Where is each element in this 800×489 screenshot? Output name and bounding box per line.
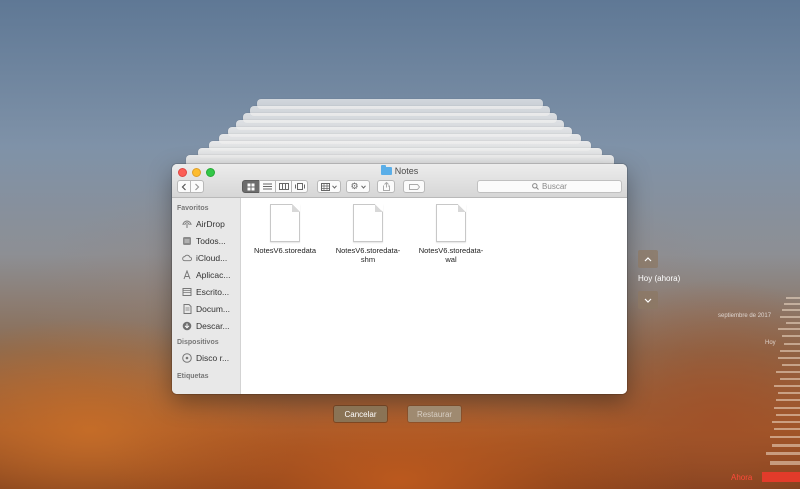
cloud-icon [182,253,192,263]
gear-icon: ⚙ [350,181,359,191]
window-title: Notes [172,165,627,176]
back-button[interactable] [177,180,191,193]
column-view-button[interactable] [275,180,292,193]
chevron-left-icon [181,183,186,190]
sidebar-item-label: Aplicac... [196,269,231,280]
search-placeholder: Buscar [542,182,567,191]
view-mode-buttons [242,180,308,193]
file-item[interactable]: NotesV6.storedata [248,204,322,255]
document-icon [182,303,192,314]
grid-icon [247,183,255,190]
chevron-down-icon [360,184,366,189]
timeline-label-month: septiembre de 2017 [718,313,772,319]
columns-icon [278,183,289,190]
sidebar-item-documents[interactable]: Docum... [172,300,240,317]
arrange-icon [321,182,330,191]
sidebar-item-label: Docum... [196,303,231,314]
sidebar: Favoritos AirDrop Todos... iCloud... Apl… [172,198,241,394]
sidebar-item-label: Disco r... [196,352,230,363]
finder-window: Notes ⚙ Buscar Favoritos AirDrop Todos..… [172,164,627,394]
window-titlebar: Notes ⚙ Buscar [172,164,627,198]
chevron-down-icon [332,184,337,189]
file-name: NotesV6.storedata [253,246,317,255]
desktop-icon [182,287,192,297]
icon-view-button[interactable] [242,180,260,193]
file-name: NotesV6.storedata-shm [335,246,401,264]
file-document-icon [353,204,383,242]
sidebar-item-desktop[interactable]: Escrito... [172,283,240,300]
chevron-down-icon [644,298,652,303]
sidebar-header-favorites: Favoritos [177,205,209,212]
applications-icon [182,269,192,280]
tag-menu[interactable] [403,180,425,193]
all-files-icon [182,236,192,246]
sidebar-item-applications[interactable]: Aplicac... [172,266,240,283]
navigation-buttons [177,180,204,193]
sidebar-item-all-files[interactable]: Todos... [172,232,240,249]
share-button[interactable] [377,180,395,193]
sidebar-item-label: Descar... [196,320,230,331]
chevron-up-icon [644,256,652,261]
chevron-right-icon [195,183,200,190]
list-icon [263,183,272,190]
file-item[interactable]: NotesV6.storedata-shm [331,204,405,264]
tag-icon [408,183,420,190]
sidebar-item-label: AirDrop [196,218,225,229]
list-view-button[interactable] [259,180,276,193]
file-document-icon [270,204,300,242]
current-snapshot-label: Hoy (ahora) [638,274,681,283]
sidebar-item-airdrop[interactable]: AirDrop [172,215,240,232]
disk-icon [182,352,192,363]
sidebar-item-downloads[interactable]: Descar... [172,317,240,334]
gallery-view-button[interactable] [291,180,308,193]
timeline-now-label: Ahora [731,473,753,482]
sidebar-header-devices: Dispositivos [177,339,219,346]
sidebar-item-disk[interactable]: Disco r... [172,349,240,366]
restore-button[interactable]: Restaurar [408,406,461,422]
file-document-icon [436,204,466,242]
cancel-button[interactable]: Cancelar [334,406,387,422]
tag-button[interactable] [403,180,425,193]
share-menu[interactable] [377,180,395,193]
forward-button[interactable] [190,180,204,193]
timeline-now-marker[interactable] [762,472,800,482]
arrange-menu[interactable] [317,180,341,193]
older-snapshot-button[interactable] [638,291,658,309]
timeline-label-today: Hoy [765,340,776,346]
share-icon [382,182,390,191]
sidebar-item-label: iCloud... [196,252,228,263]
search-icon [532,183,539,190]
arrange-button[interactable] [317,180,341,193]
sidebar-header-tags: Etiquetas [177,373,209,380]
search-field[interactable]: Buscar [477,180,622,193]
window-title-text: Notes [394,166,419,176]
file-item[interactable]: NotesV6.storedata-wal [414,204,488,264]
coverflow-icon [294,183,305,190]
action-menu[interactable]: ⚙ [346,180,370,193]
action-button[interactable]: ⚙ [346,180,370,193]
sidebar-item-icloud[interactable]: iCloud... [172,249,240,266]
folder-icon [380,165,392,175]
file-browser: NotesV6.storedata NotesV6.storedata-shm … [241,198,627,394]
newer-snapshot-button[interactable] [638,250,658,268]
sidebar-item-label: Escrito... [196,286,230,297]
sidebar-item-label: Todos... [196,235,226,246]
airdrop-icon [182,219,192,229]
file-name: NotesV6.storedata-wal [418,246,484,264]
download-icon [182,321,192,331]
